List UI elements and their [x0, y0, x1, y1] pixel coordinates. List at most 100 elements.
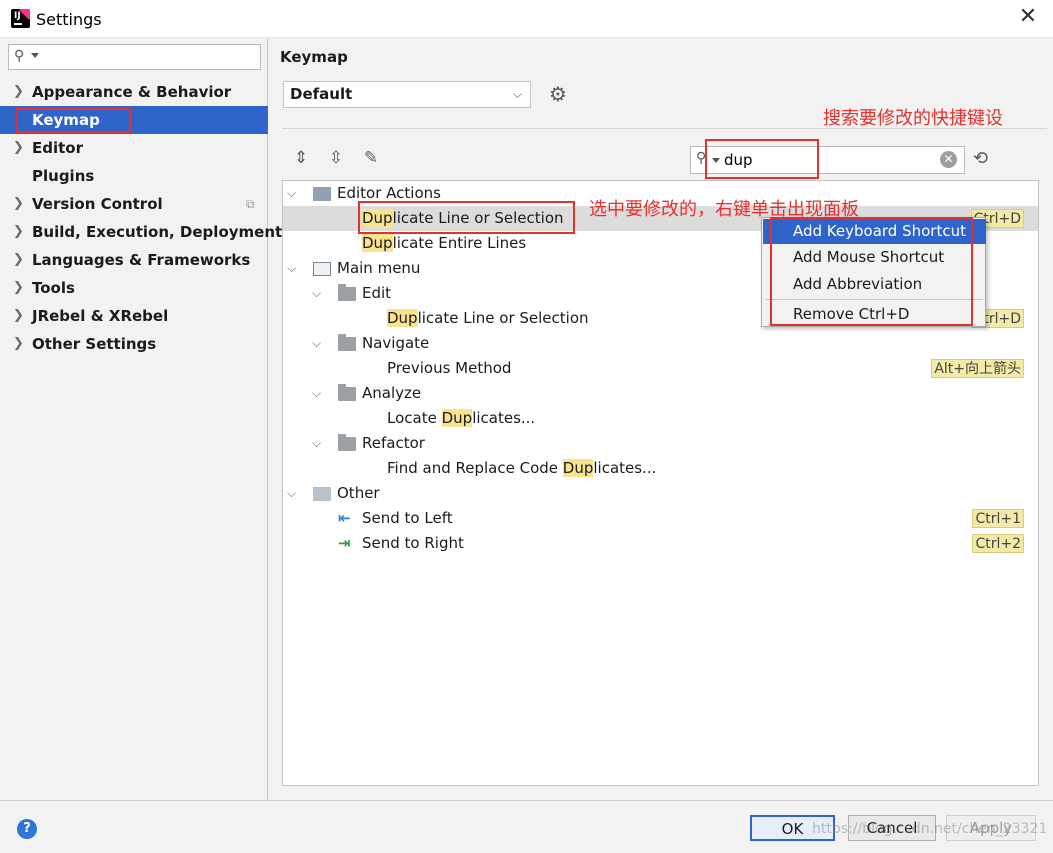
- send-right-icon: ⇥: [338, 534, 351, 552]
- sidebar-item-other-settings[interactable]: ❯ Other Settings: [0, 330, 268, 358]
- match-highlight: Dup: [362, 234, 393, 252]
- tree-group-label: Main menu: [337, 259, 421, 277]
- search-icon: ⚲: [14, 48, 25, 64]
- tree-group-label: Analyze: [362, 384, 422, 402]
- sidebar-item-version-control[interactable]: ❯ Version Control ⧉: [0, 190, 268, 218]
- menu-icon: [313, 262, 331, 276]
- shortcut-badge: Ctrl+1: [972, 509, 1024, 528]
- chevron-right-icon: ❯: [13, 280, 24, 295]
- annotation-box-keymap: [16, 108, 131, 133]
- chevron-down-icon: ⌵: [312, 436, 322, 450]
- folder-icon: [338, 434, 356, 451]
- tree-row-label: Find and Replace Code: [387, 459, 563, 477]
- annotation-select-note: 选中要修改的，右键单击出现面板: [589, 199, 859, 220]
- settings-sidebar: ⚲ ❯ Appearance & Behavior Keymap ❯ Editor …: [0, 38, 282, 800]
- close-icon[interactable]: ✕: [1017, 6, 1039, 28]
- keymap-select[interactable]: Default ⌵: [283, 81, 531, 108]
- tree-row-label: Locate: [387, 409, 442, 427]
- edit-icon[interactable]: ✎: [360, 147, 382, 169]
- tree-row-label: licates...: [593, 459, 657, 477]
- tree-row-label: licate Line or Selection: [417, 309, 589, 327]
- sidebar-item-jrebel[interactable]: ❯ JRebel & XRebel: [0, 302, 268, 330]
- chevron-down-icon: ⌵: [287, 486, 297, 500]
- chevron-down-icon: ⌵: [312, 336, 322, 350]
- match-highlight: Dup: [441, 409, 473, 427]
- help-icon[interactable]: ?: [17, 819, 37, 839]
- clear-icon[interactable]: ✕: [940, 151, 957, 168]
- sidebar-item-label: Tools: [32, 279, 75, 297]
- chevron-down-icon: [31, 53, 39, 58]
- sidebar-item-label: Editor: [32, 139, 83, 157]
- sidebar-item-appearance[interactable]: ❯ Appearance & Behavior: [0, 78, 268, 106]
- chevron-right-icon: ❯: [13, 308, 24, 323]
- chevron-right-icon: ❯: [13, 140, 24, 155]
- shortcut-badge: Ctrl+2: [972, 534, 1024, 553]
- tree-group-other[interactable]: ⌵ Other: [283, 481, 1038, 506]
- sidebar-item-label: Version Control: [32, 195, 163, 213]
- gear-icon[interactable]: ⚙: [549, 82, 567, 106]
- send-left-icon: ⇤: [338, 509, 351, 527]
- annotation-search-note: 搜索要修改的快捷键设: [823, 108, 1003, 129]
- chevron-right-icon: ❯: [13, 196, 24, 211]
- annotation-box-search: [705, 139, 819, 179]
- window-title: Settings: [36, 10, 102, 29]
- tree-group-label: Navigate: [362, 334, 430, 352]
- tree-row-send-to-left[interactable]: ⇤ Send to Left Ctrl+1: [283, 506, 1038, 531]
- tree-row-send-to-right[interactable]: ⇥ Send to Right Ctrl+2: [283, 531, 1038, 556]
- sidebar-item-label: Other Settings: [32, 335, 157, 353]
- collapse-all-icon[interactable]: ⇳: [325, 147, 347, 169]
- page-title: Keymap: [280, 48, 348, 66]
- sidebar-item-tools[interactable]: ❯ Tools: [0, 274, 268, 302]
- chevron-right-icon: ❯: [13, 224, 24, 239]
- chevron-down-icon: ⌵: [312, 286, 322, 300]
- tree-row-label: Previous Method: [387, 359, 512, 377]
- match-highlight: Dup: [562, 459, 594, 477]
- chevron-right-icon: ❯: [13, 84, 24, 99]
- intellij-logo-icon: IJ: [11, 9, 30, 28]
- keymap-panel: Keymap Default ⌵ ⚙ ⇕ ⇳ ✎ ⚲ ✕ ⟲ ⌵ Editor …: [269, 38, 1053, 800]
- watermark: https://blog.csdn.net/chen_23321: [812, 821, 1048, 837]
- tree-row-locate-duplicates[interactable]: Locate Duplicates...: [283, 406, 1038, 431]
- tree-row-label: Send to Left: [362, 509, 453, 527]
- dialog-footer: ? OK Cancel Apply https://blog.csdn.net/…: [0, 800, 1053, 853]
- folder-icon: [338, 284, 356, 301]
- chevron-down-icon: ⌵: [312, 386, 322, 400]
- keymap-select-value: Default: [290, 85, 353, 103]
- sidebar-item-label: Build, Execution, Deployment: [32, 223, 283, 241]
- sidebar-item-editor[interactable]: ❯ Editor: [0, 134, 268, 162]
- project-settings-icon: ⧉: [246, 197, 255, 211]
- tree-row-label: Send to Right: [362, 534, 464, 552]
- tree-group-refactor[interactable]: ⌵ Refactor: [283, 431, 1038, 456]
- title-bar: IJ Settings ✕: [0, 0, 1053, 38]
- sidebar-item-label: Appearance & Behavior: [32, 83, 232, 101]
- annotation-box-selected-row: [358, 201, 575, 234]
- sidebar-item-languages[interactable]: ❯ Languages & Frameworks: [0, 246, 268, 274]
- sidebar-item-build[interactable]: ❯ Build, Execution, Deployment: [0, 218, 282, 246]
- chevron-down-icon: ⌵: [287, 261, 297, 275]
- sidebar-item-label: Languages & Frameworks: [32, 251, 251, 269]
- folder-icon: [338, 334, 356, 351]
- other-group-icon: [313, 487, 331, 501]
- tree-group-label: Refactor: [362, 434, 425, 452]
- chevron-down-icon: ⌵: [512, 87, 522, 101]
- tree-row-previous-method[interactable]: Previous Method Alt+向上箭头: [283, 356, 1038, 381]
- shortcut-badge: Alt+向上箭头: [931, 359, 1024, 378]
- match-highlight: Dup: [387, 309, 418, 327]
- folder-icon: [338, 384, 356, 401]
- tree-row-find-replace-duplicates[interactable]: Find and Replace Code Duplicates...: [283, 456, 1038, 481]
- sidebar-item-plugins[interactable]: Plugins: [0, 162, 268, 190]
- tree-group-label: Other: [337, 484, 380, 502]
- tree-group-navigate[interactable]: ⌵ Navigate: [283, 331, 1038, 356]
- tree-row-label: licate Entire Lines: [392, 234, 527, 252]
- annotation-box-context-menu: [770, 217, 973, 326]
- expand-all-icon[interactable]: ⇕: [290, 147, 312, 169]
- sidebar-item-label: Plugins: [32, 167, 95, 185]
- chevron-right-icon: ❯: [13, 252, 24, 267]
- tree-group-label: Edit: [362, 284, 392, 302]
- tree-group-analyze[interactable]: ⌵ Analyze: [283, 381, 1038, 406]
- editor-actions-icon: [313, 187, 331, 201]
- chevron-right-icon: ❯: [13, 336, 24, 351]
- sidebar-search-input[interactable]: ⚲: [8, 44, 261, 70]
- tree-row-label: licates...: [472, 409, 536, 427]
- find-shortcut-icon[interactable]: ⟲: [973, 148, 988, 169]
